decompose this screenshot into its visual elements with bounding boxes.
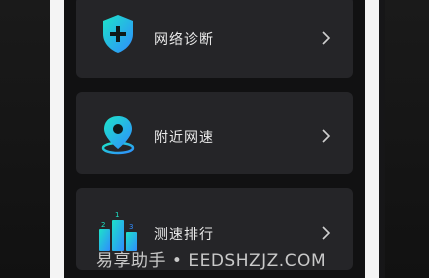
watermark-text: 易享助手 • EEDSHZJZ.COM: [96, 251, 327, 271]
menu-item-label: 测速排行: [154, 227, 214, 243]
location-pin-icon: [101, 116, 135, 155]
menu-item-network-diagnosis[interactable]: 网络诊断: [76, 0, 353, 78]
left-phone-edge: [50, 0, 64, 278]
svg-text:2: 2: [101, 221, 105, 229]
right-background-panel: [385, 0, 429, 278]
svg-text:3: 3: [129, 223, 133, 231]
right-phone-edge: [365, 0, 379, 278]
phone-screen: 网络诊断 附近网速 2 1 3 测速排行: [64, 0, 365, 278]
menu-item-label: 附近网速: [154, 130, 214, 146]
svg-text:1: 1: [115, 211, 119, 219]
chevron-right-icon: [322, 31, 331, 45]
menu-item-label: 网络诊断: [154, 32, 214, 48]
shield-plus-icon: [103, 15, 133, 53]
left-background-panel: [0, 0, 50, 278]
chevron-right-icon: [322, 226, 331, 240]
menu-item-nearby-speed[interactable]: 附近网速: [76, 92, 353, 174]
chevron-right-icon: [322, 129, 331, 143]
